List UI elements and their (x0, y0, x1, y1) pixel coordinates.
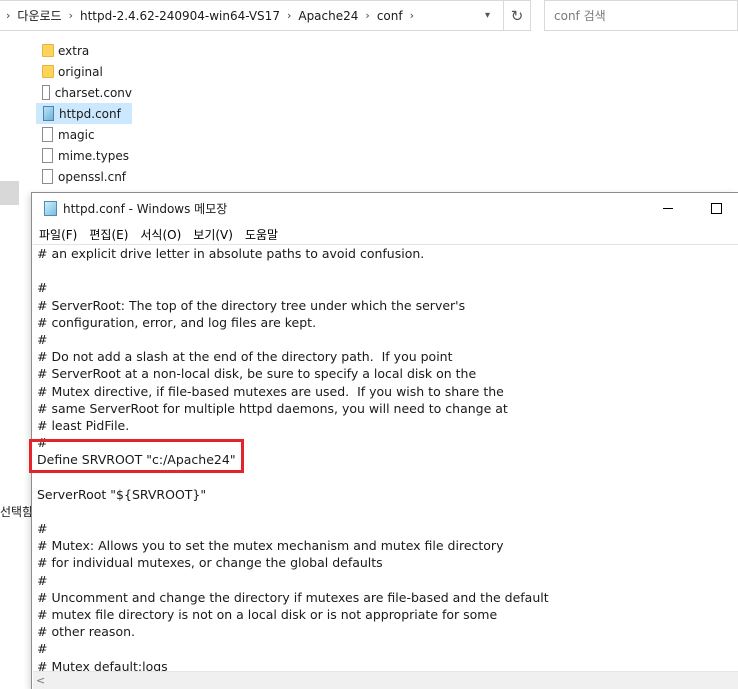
folder-icon (42, 65, 54, 78)
text-line: # Mutex default:logs (37, 658, 168, 672)
file-name: httpd.conf (59, 106, 121, 121)
text-line: # an explicit drive letter in absolute p… (37, 246, 425, 261)
text-line: # ServerRoot at a non-local disk, be sur… (37, 366, 477, 382)
file-icon (42, 148, 53, 163)
text-line: # configuration, error, and log files ar… (37, 314, 317, 330)
text-line: ServerRoot "${SRVROOT}" (37, 486, 207, 502)
text-line (37, 262, 738, 279)
address-bar[interactable]: › 다운로드 › httpd-2.4.62-240904-win64-VS17 … (0, 0, 531, 31)
chevron-right-icon[interactable]: › (63, 9, 79, 22)
text-line (37, 503, 738, 520)
refresh-icon[interactable]: ↻ (503, 1, 530, 30)
minimize-button[interactable] (656, 197, 680, 219)
text-line: # (37, 572, 48, 588)
file-name: charset.conv (54, 85, 132, 100)
file-name: openssl.cnf (58, 169, 127, 184)
notepad-icon (43, 106, 54, 121)
status-bar-text: 선택함 (0, 505, 34, 519)
text-line: # (37, 641, 48, 657)
text-line: # (37, 280, 48, 296)
file-icon (42, 85, 50, 100)
navigation-pane (0, 31, 31, 531)
list-item[interactable]: openssl.cnf (36, 166, 132, 187)
menu-help[interactable]: 도움말 (245, 226, 278, 243)
menu-view[interactable]: 보기(V) (193, 226, 233, 243)
chevron-right-icon[interactable]: › (359, 9, 375, 22)
title-bar[interactable]: httpd.conf - Windows 메모장 (32, 193, 738, 224)
chevron-right-icon[interactable]: › (281, 9, 297, 22)
file-name: magic (58, 127, 95, 142)
horizontal-scrollbar[interactable]: < (33, 671, 738, 689)
maximize-button[interactable] (704, 197, 728, 219)
text-line: # Uncomment and change the directory if … (37, 589, 549, 605)
file-name: original (58, 64, 103, 79)
breadcrumb-apache24[interactable]: Apache24 (297, 9, 359, 23)
menu-edit[interactable]: 편집(E) (89, 226, 128, 243)
navigation-pane-selected-item[interactable] (0, 181, 19, 205)
list-item[interactable]: extra (36, 40, 132, 61)
list-item[interactable]: charset.conv (36, 82, 132, 103)
text-line: # (37, 331, 48, 347)
file-name: extra (58, 43, 90, 58)
highlight-annotation-box (29, 439, 244, 473)
text-line: # same ServerRoot for multiple httpd dae… (37, 400, 508, 416)
file-icon (42, 169, 53, 184)
breadcrumb-downloads[interactable]: 다운로드 (16, 7, 62, 24)
file-name: mime.types (58, 148, 129, 163)
text-line: # Do not add a slash at the end of the d… (37, 349, 453, 365)
chevron-right-icon: › (6, 9, 11, 22)
scroll-left-arrow-icon[interactable]: < (36, 674, 45, 687)
notepad-icon (44, 201, 57, 216)
window-title: httpd.conf - Windows 메모장 (63, 202, 228, 216)
text-line: # least PidFile. (37, 417, 130, 433)
list-item[interactable]: mime.types (36, 145, 132, 166)
text-line: # Mutex: Allows you to set the mutex mec… (37, 538, 504, 554)
chevron-down-icon[interactable]: ▾ (475, 1, 500, 30)
search-input[interactable]: conf 검색 (544, 0, 738, 31)
text-line: # for individual mutexes, or change the … (37, 555, 383, 571)
text-line: # mutex file directory is not on a local… (37, 606, 498, 622)
list-item[interactable]: magic (36, 124, 132, 145)
breadcrumb-httpd[interactable]: httpd-2.4.62-240904-win64-VS17 (79, 9, 281, 23)
menu-format[interactable]: 서식(O) (140, 226, 181, 243)
text-line: # Mutex directive, if file-based mutexes… (37, 383, 504, 399)
text-line: # (37, 521, 48, 536)
breadcrumb-conf[interactable]: conf (376, 9, 404, 23)
list-item[interactable]: original (36, 61, 132, 82)
search-placeholder: conf 검색 (554, 9, 606, 23)
file-list: extra original charset.conv httpd.conf m… (36, 40, 256, 187)
list-item-selected[interactable]: httpd.conf (36, 103, 132, 124)
file-icon (42, 127, 53, 142)
menu-bar: 파일(F) 편집(E) 서식(O) 보기(V) 도움말 (32, 224, 738, 244)
chevron-right-icon[interactable]: › (404, 9, 420, 22)
menu-file[interactable]: 파일(F) (39, 226, 77, 243)
folder-icon (42, 44, 54, 57)
text-line: # other reason. (37, 624, 135, 640)
text-line: # ServerRoot: The top of the directory t… (37, 297, 466, 313)
